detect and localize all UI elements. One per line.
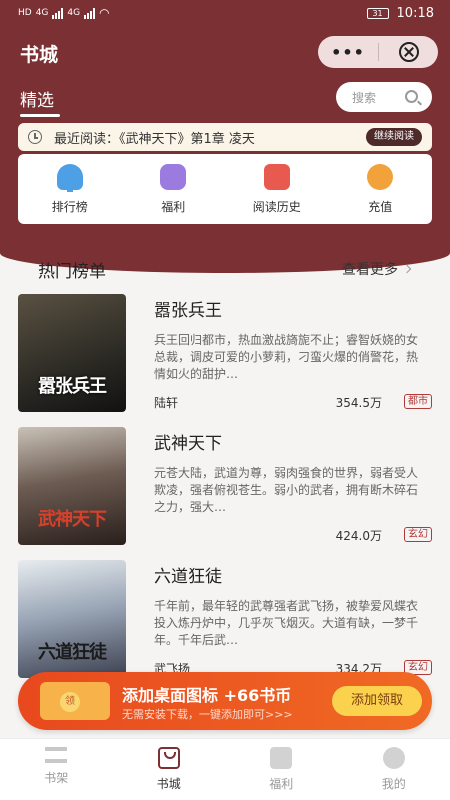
section-title: 热门榜单 bbox=[38, 262, 106, 282]
book-cover[interactable]: 武神天下 bbox=[18, 427, 126, 545]
genre-badge: 玄幻 bbox=[404, 527, 432, 542]
book-description: 千年前，最年轻的武尊强者武飞扬，被挚爱风蝶衣投入炼丹炉中，几乎灰飞烟灭。大道有缺… bbox=[154, 599, 419, 647]
claim-button[interactable]: 添加领取 bbox=[332, 686, 422, 716]
see-more-link[interactable]: 查看更多 bbox=[342, 259, 412, 279]
quick-history[interactable]: 阅读历史 bbox=[225, 154, 329, 224]
gift-icon bbox=[270, 747, 293, 769]
status-right: 31 10:18 bbox=[366, 6, 434, 21]
search-input[interactable]: 搜索 bbox=[336, 82, 432, 112]
signal-icon bbox=[52, 7, 64, 19]
red-packet-icon bbox=[40, 682, 110, 720]
nav-label: 书架 bbox=[44, 771, 69, 785]
quick-label: 排行榜 bbox=[51, 200, 88, 214]
trophy-icon bbox=[56, 164, 83, 192]
book-author: 陆轩 bbox=[154, 396, 179, 410]
cover-title: 六道狂徒 bbox=[38, 642, 107, 663]
nav-bookstore[interactable]: 书城 bbox=[113, 739, 226, 800]
user-icon bbox=[382, 747, 405, 769]
book-item[interactable]: 嚣张兵王 嚣张兵王 兵王回归都市，热血激战旖旎不止；睿智妖娆的女总裁，调皮可爱的… bbox=[18, 294, 432, 414]
header: 书城 ••• 精选 搜索 最近阅读：《武神天下》第1章 凌天 继续阅读 排行榜 … bbox=[0, 28, 450, 273]
nav-me[interactable]: 我的 bbox=[338, 739, 450, 800]
tab-indicator bbox=[20, 114, 60, 117]
nav-label: 福利 bbox=[269, 777, 294, 791]
cover-title: 武神天下 bbox=[38, 509, 107, 530]
nav-label: 我的 bbox=[381, 777, 406, 791]
quick-welfare[interactable]: 福利 bbox=[122, 154, 226, 224]
quick-recharge[interactable]: 充值 bbox=[329, 154, 433, 224]
banner-title: 添加桌面图标 +66书币 bbox=[122, 686, 292, 705]
genre-badge: 都市 bbox=[404, 394, 432, 409]
miniapp-capsule: ••• bbox=[318, 36, 438, 68]
quick-entries: 排行榜 福利 阅读历史 充值 bbox=[18, 154, 432, 224]
recent-reading-bar[interactable]: 最近阅读：《武神天下》第1章 凌天 继续阅读 bbox=[18, 123, 432, 151]
clock-time: 10:18 bbox=[396, 6, 434, 21]
book-heat: 424.0万 bbox=[335, 529, 382, 543]
book-item[interactable]: 武神天下 武神天下 元苍大陆，武道为尊，弱肉强食的世界，弱者受人欺凌，强者俯视苍… bbox=[18, 427, 432, 547]
network-tag: 4G bbox=[35, 8, 49, 18]
status-left: HD 4G 4G ◠ bbox=[18, 6, 110, 20]
status-bar: HD 4G 4G ◠ 31 10:18 bbox=[0, 0, 450, 28]
history-icon bbox=[263, 164, 290, 190]
banner-subtitle: 无需安装下载，一键添加即可>>> bbox=[122, 708, 293, 721]
tab-featured[interactable]: 精选 bbox=[20, 86, 54, 111]
see-more-label: 查看更多 bbox=[342, 262, 398, 278]
quick-label: 充值 bbox=[368, 200, 393, 214]
nav-bookshelf[interactable]: 书架 bbox=[0, 739, 113, 800]
book-item[interactable]: 六道狂徒 六道狂徒 千年前，最年轻的武尊强者武飞扬，被挚爱风蝶衣投入炼丹炉中，几… bbox=[18, 560, 432, 680]
coin-icon bbox=[367, 164, 394, 190]
book-title: 六道狂徒 bbox=[154, 567, 222, 587]
book-cover[interactable]: 嚣张兵王 bbox=[18, 294, 126, 412]
close-icon bbox=[398, 42, 419, 62]
nav-welfare[interactable]: 福利 bbox=[225, 739, 338, 800]
book-description: 兵王回归都市，热血激战旖旎不止；睿智妖娆的女总裁，调皮可爱的小萝莉，刁蛮火爆的俏… bbox=[154, 333, 419, 381]
search-icon bbox=[405, 90, 418, 103]
page-title: 书城 bbox=[20, 44, 59, 66]
wifi-icon: ◠ bbox=[99, 6, 110, 20]
continue-reading-button[interactable]: 继续阅读 bbox=[366, 128, 422, 146]
clock-icon bbox=[28, 130, 42, 144]
book-cover[interactable]: 六道狂徒 bbox=[18, 560, 126, 678]
shopping-bag-icon bbox=[157, 747, 180, 769]
book-description: 元苍大陆，武道为尊，弱肉强食的世界，弱者受人欺凌，强者俯视苍生。弱小的武者，拥有… bbox=[154, 466, 419, 514]
quick-label: 阅读历史 bbox=[252, 200, 301, 214]
hd-tag: HD bbox=[18, 8, 32, 18]
battery-icon: 31 bbox=[366, 8, 389, 19]
recent-reading-text: 最近阅读：《武神天下》第1章 凌天 bbox=[54, 131, 255, 147]
search-placeholder: 搜索 bbox=[352, 90, 377, 105]
nav-label: 书城 bbox=[156, 777, 181, 791]
signal-icon-2 bbox=[84, 7, 96, 19]
book-heat: 354.5万 bbox=[335, 396, 382, 410]
gift-icon bbox=[160, 164, 187, 190]
add-to-desktop-banner[interactable]: 添加桌面图标 +66书币 无需安装下载，一键添加即可>>> 添加领取 bbox=[18, 672, 432, 730]
book-title: 武神天下 bbox=[154, 434, 222, 454]
bookshelf-icon bbox=[45, 747, 68, 763]
chevron-right-icon bbox=[402, 264, 412, 274]
close-button[interactable] bbox=[379, 42, 438, 62]
more-button[interactable]: ••• bbox=[318, 43, 378, 62]
cover-title: 嚣张兵王 bbox=[38, 376, 107, 397]
network-tag-2: 4G bbox=[67, 8, 81, 18]
bottom-nav: 书架 书城 福利 我的 bbox=[0, 738, 450, 800]
quick-rank[interactable]: 排行榜 bbox=[18, 154, 122, 224]
book-title: 嚣张兵王 bbox=[154, 301, 222, 321]
quick-label: 福利 bbox=[161, 200, 186, 214]
